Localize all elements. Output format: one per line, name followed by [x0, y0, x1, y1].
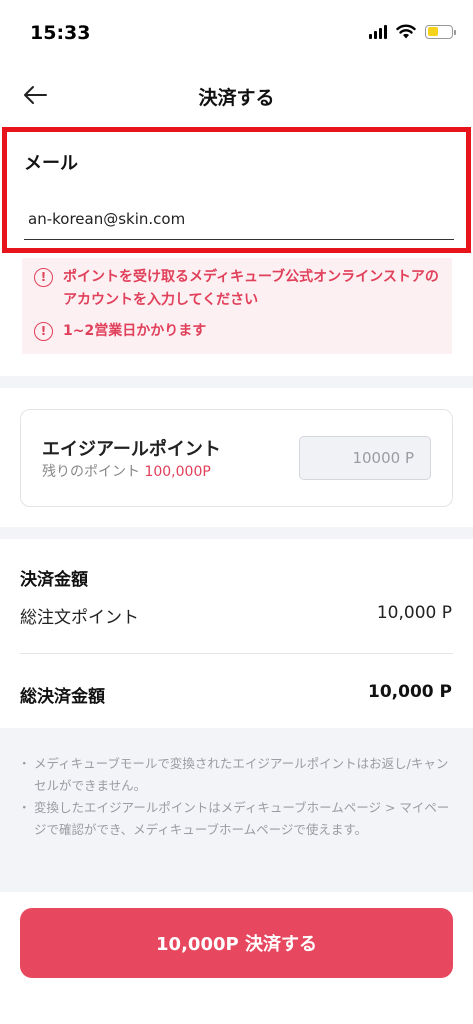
header: 決済する — [0, 66, 473, 126]
points-card: エイジアールポイント 残りのポイント 100,000P — [20, 409, 453, 507]
section-divider — [0, 527, 473, 539]
warning-box: ! ポイントを受け取るメディキューブ公式オンラインストアのアカウントを入力してく… — [22, 258, 452, 354]
pay-button[interactable]: 10,000P 決済する — [20, 908, 453, 978]
note-item: 変換したエイジアールポイントはメディキューブホームページ > マイページで確認が… — [18, 797, 451, 841]
order-points-label: 総注文ポイント — [20, 608, 139, 628]
page-title: 決済する — [198, 87, 275, 109]
wifi-icon — [396, 24, 416, 39]
status-bar: 15:33 — [0, 0, 473, 66]
points-remaining: 残りのポイント 100,000P — [42, 461, 211, 481]
payment-section-title: 決済金額 — [20, 570, 88, 590]
status-time: 15:33 — [30, 22, 91, 44]
cellular-signal-icon — [369, 24, 387, 39]
total-payment-value: 10,000 P — [368, 682, 452, 702]
email-label: メール — [24, 153, 78, 174]
warning-text: ポイントを受け取るメディキューブ公式オンラインストアのアカウントを入力してくださ… — [63, 269, 439, 308]
notes-box: メディキューブモールで変換されたエイジアールポイントはお返し/キャンセルができま… — [0, 728, 473, 892]
exclamation-circle-icon: ! — [34, 268, 53, 287]
exclamation-circle-icon: ! — [34, 322, 53, 341]
email-field[interactable] — [24, 198, 454, 240]
email-section: メール — [2, 127, 471, 253]
battery-icon — [425, 24, 456, 39]
section-divider — [0, 376, 473, 388]
warning-item: ! ポイントを受け取るメディキューブ公式オンラインストアのアカウントを入力してく… — [34, 266, 440, 312]
note-item: メディキューブモールで変換されたエイジアールポイントはお返し/キャンセルができま… — [18, 753, 451, 797]
order-points-value: 10,000 P — [376, 603, 452, 623]
points-title: エイジアールポイント — [42, 439, 221, 460]
status-icons — [369, 24, 456, 39]
warning-item: ! 1~2営業日かかります — [34, 320, 440, 343]
warning-text: 1~2営業日かかります — [63, 323, 207, 339]
divider — [20, 653, 453, 654]
points-input[interactable] — [299, 436, 431, 480]
total-payment-label: 総決済金額 — [20, 687, 105, 707]
points-remaining-label: 残りのポイント — [42, 464, 140, 480]
points-remaining-value: 100,000P — [144, 464, 211, 480]
